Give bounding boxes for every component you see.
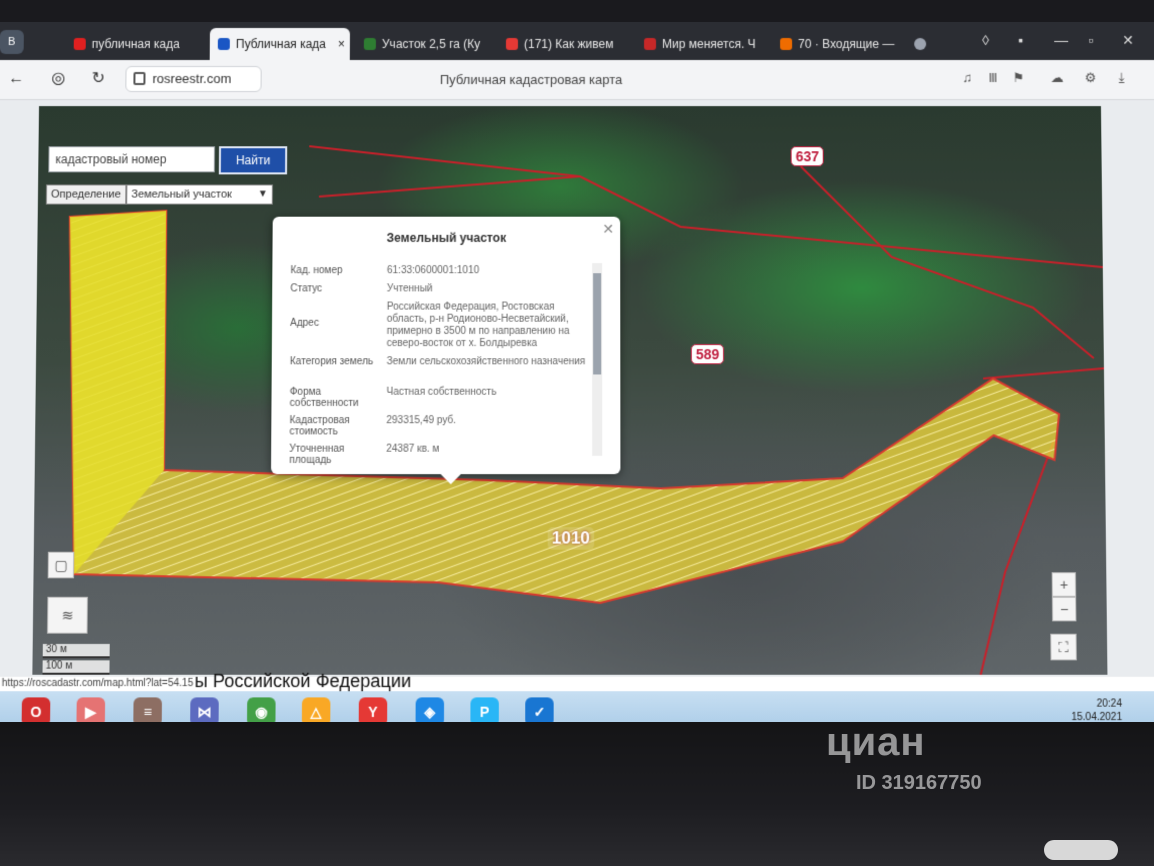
- chevron-down-icon: ▼: [257, 188, 268, 200]
- laptop-logo: [1044, 840, 1118, 860]
- object-type-value: Земельный участок: [131, 188, 232, 201]
- minimize-icon[interactable]: —: [1054, 32, 1068, 48]
- cadastral-number-input[interactable]: кадастровый номер: [48, 146, 216, 173]
- system-clock[interactable]: 20:24 15.04.2021: [1071, 697, 1122, 724]
- popup-key: Адрес: [290, 317, 319, 329]
- menu-icon[interactable]: ▪: [1018, 32, 1023, 48]
- parcel-boundary-line: [983, 368, 1104, 378]
- footer-text: ы Российской Федерации: [194, 670, 412, 692]
- fullscreen-button[interactable]: ⛶: [1050, 633, 1077, 661]
- mail-icon: [780, 37, 793, 51]
- tab-land-plot[interactable]: Участок 2,5 га (Ку: [356, 28, 496, 60]
- popup-value: 24387 кв. м: [386, 443, 440, 455]
- fullscreen-icon: ⛶: [1058, 638, 1069, 656]
- new-tab-button[interactable]: [906, 28, 932, 60]
- lock-icon: [133, 72, 146, 86]
- define-label: Определение: [45, 184, 126, 205]
- watermark-id: ID 319167750: [856, 772, 982, 794]
- popup-scrollbar-thumb[interactable]: [593, 273, 602, 375]
- zoom-out-button[interactable]: −: [1051, 596, 1077, 622]
- parcel-boundary-line: [319, 176, 580, 196]
- profile-icon: [914, 37, 927, 51]
- extension-icon[interactable]: ⚙: [1085, 70, 1097, 86]
- browser-tab-strip: В публичная када Публичная када × Участо…: [0, 22, 1154, 61]
- browser-status-url: https://roscadastr.com/map.html?lat=54.1…: [0, 676, 1154, 692]
- close-icon[interactable]: ✕: [602, 221, 614, 238]
- tab-label: публичная када: [91, 36, 180, 52]
- cian-watermark: циан ID 319167750: [826, 720, 982, 794]
- land-plot-popup: Земельный участок ✕ Кад. номер 61:33:060…: [271, 216, 621, 475]
- cadastre-icon: [217, 37, 230, 51]
- reload-icon[interactable]: ↻: [87, 68, 109, 90]
- popup-value: 293315,49 руб.: [386, 415, 457, 427]
- plot-label-1010[interactable]: 1010: [547, 527, 595, 550]
- download-icon[interactable]: ⤓: [1119, 70, 1125, 86]
- tab-label: Участок 2,5 га (Ку: [381, 36, 481, 52]
- tab-youtube[interactable]: (171) Как живем: [498, 28, 638, 60]
- square-icon: ▢: [54, 556, 68, 574]
- popup-value: Частная собственность: [386, 386, 497, 398]
- url-field[interactable]: rosreestr.com: [125, 66, 262, 93]
- popup-title: Земельный участок: [386, 230, 507, 245]
- popup-value: Учтенный: [386, 283, 433, 295]
- plot-label-589[interactable]: 589: [690, 344, 725, 365]
- back-icon[interactable]: ←: [5, 68, 27, 90]
- news-icon: [644, 37, 657, 51]
- popup-key: Статус: [290, 283, 323, 295]
- url-text: rosreestr.com: [152, 71, 232, 87]
- tab-label: Публичная када: [235, 36, 326, 52]
- watermark-brand: циан: [826, 720, 926, 764]
- cloud-icon[interactable]: ☁: [1050, 70, 1063, 86]
- tab-label: 70 · Входящие —: [798, 36, 895, 52]
- cian-icon: [363, 37, 376, 51]
- object-type-select[interactable]: Земельный участок ▼: [126, 184, 273, 205]
- tab-label: (171) Как живем: [523, 36, 614, 52]
- photo-of-laptop-screen: В публичная када Публичная када × Участо…: [0, 0, 1154, 866]
- popup-value: Земли сельскохозяйственного назначения: [386, 356, 586, 368]
- popup-value: Российская Федерация, Ростовская область…: [386, 301, 570, 350]
- layers-button[interactable]: ≋: [47, 596, 88, 634]
- popup-key: Кадастровая стоимость: [289, 415, 350, 438]
- layers-icon: ≋: [61, 607, 74, 624]
- maximize-icon[interactable]: ▫: [1088, 32, 1093, 48]
- scale-bar-2: 100 м: [42, 660, 110, 675]
- popup-key: Уточненная площадь: [289, 443, 345, 466]
- tab-close-icon[interactable]: ×: [338, 37, 345, 51]
- shield-icon[interactable]: ◎: [47, 68, 69, 90]
- popup-key: Кад. номер: [290, 265, 343, 277]
- bookmark-flag-icon[interactable]: ⚑: [1012, 70, 1024, 86]
- laptop-screen: В публичная када Публичная када × Участо…: [0, 22, 1154, 733]
- library-icon[interactable]: Ⅲ: [988, 70, 997, 86]
- tab-public-cadastral-2[interactable]: Публичная када ×: [209, 27, 350, 61]
- close-window-icon[interactable]: ✕: [1122, 32, 1134, 49]
- find-button[interactable]: Найти: [218, 146, 288, 175]
- parcel-boundary-line: [979, 440, 1057, 675]
- tab-label: Мир меняется. Ч: [662, 36, 756, 52]
- cadastral-map[interactable]: 637 589 1010 кадастровый номер Найти Опр…: [32, 106, 1108, 675]
- tab-mail-inbox[interactable]: 70 · Входящие —: [772, 28, 902, 60]
- zoom-in-button[interactable]: +: [1051, 572, 1077, 597]
- browser-sidebar-button[interactable]: В: [0, 29, 24, 55]
- youtube-icon: [505, 37, 518, 51]
- popup-scrollbar[interactable]: [592, 263, 603, 456]
- headphones-icon[interactable]: ♫: [962, 70, 972, 85]
- popup-value[interactable]: 61:33:0600001:1010: [387, 265, 596, 277]
- clock-time: 20:24: [1096, 698, 1123, 710]
- bookmark-icon[interactable]: ◊: [982, 32, 989, 48]
- yandex-icon: [73, 37, 86, 51]
- scale-bar-1: 30 м: [42, 643, 110, 659]
- tab-public-cadastral-1[interactable]: публичная када: [66, 28, 206, 60]
- popup-key: Категория земель: [289, 356, 374, 368]
- tab-world-changing[interactable]: Мир меняется. Ч: [636, 28, 770, 60]
- page-title: Публичная кадастровая карта: [439, 72, 623, 88]
- browser-address-bar: ← ◎ ↻ rosreestr.com Публичная кадастрова…: [0, 60, 1154, 101]
- plot-label-637[interactable]: 637: [790, 146, 825, 167]
- select-area-button[interactable]: ▢: [47, 551, 75, 579]
- popup-key: Форма собственности: [289, 386, 359, 410]
